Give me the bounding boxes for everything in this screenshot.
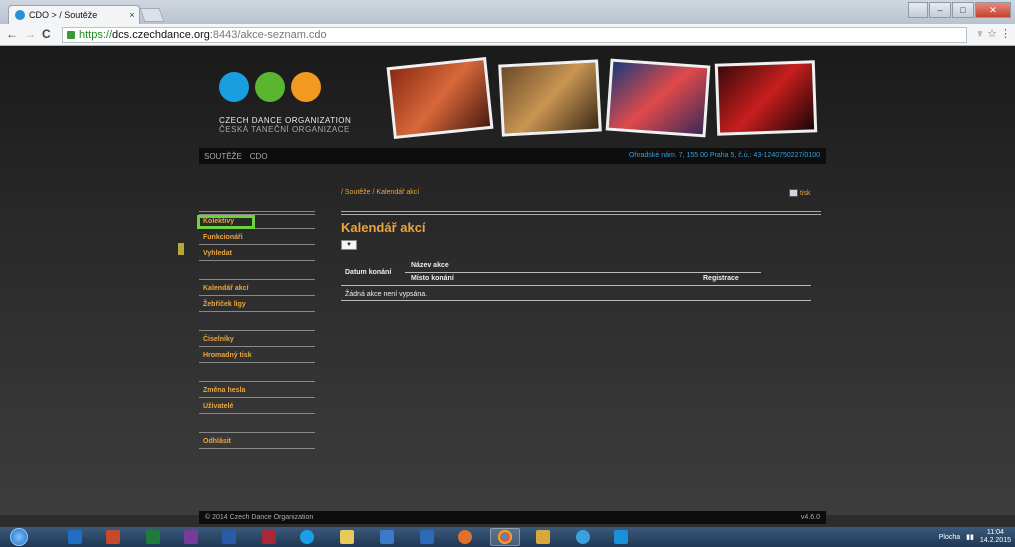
tab-close-icon[interactable]: × <box>125 10 139 20</box>
col-date: Datum konání <box>345 269 392 276</box>
cdo-logo[interactable] <box>219 72 321 102</box>
skype-icon[interactable] <box>300 530 314 544</box>
sidebar-item-hromadny-tisk[interactable]: Hromadný tisk <box>199 349 315 363</box>
site-favicon-icon <box>15 10 25 20</box>
divider <box>341 214 821 215</box>
col-place: Místo konání <box>411 275 454 282</box>
folder-icon[interactable] <box>536 530 550 544</box>
clock-date: 14.2.2015 <box>979 537 1011 544</box>
photo-3 <box>605 58 711 138</box>
sidebar-item-zebricek-ligy[interactable]: Žebříček ligy <box>199 298 315 312</box>
print-label: tisk <box>800 189 811 197</box>
logo-c-icon <box>219 72 249 102</box>
filter-select[interactable]: ▼ <box>341 240 357 250</box>
url-scheme: https:// <box>79 29 113 41</box>
menu-item-souteze[interactable]: SOUTĚŽE <box>204 152 242 161</box>
app-icon[interactable] <box>420 530 434 544</box>
row-divider <box>341 300 811 301</box>
firefox-icon[interactable] <box>458 530 472 544</box>
new-tab-button[interactable] <box>139 8 165 22</box>
logo-o-icon <box>291 72 321 102</box>
onenote-icon[interactable] <box>184 530 198 544</box>
outlook-icon[interactable] <box>68 530 82 544</box>
sidebar-item-odhlasit[interactable]: Odhlásit <box>199 435 315 449</box>
site-header: CZECH DANCE ORGANIZATION ČESKÁ TANEČNÍ O… <box>199 46 826 148</box>
window-controls: – □ ✕ <box>908 2 1011 18</box>
chrome-icon[interactable] <box>498 530 512 544</box>
logo-line-2: ČESKÁ TANEČNÍ ORGANIZACE <box>219 125 350 134</box>
network-icon[interactable]: ▮▮ <box>966 533 974 541</box>
header-divider <box>341 285 811 286</box>
system-tray: Plocha ▮▮ 11:04 14.2.2015 <box>939 527 1011 547</box>
start-button[interactable] <box>10 528 28 546</box>
sidebar-divider <box>199 432 315 433</box>
photo-2 <box>498 59 602 137</box>
print-link[interactable]: tisk <box>789 189 811 197</box>
sidebar-item-zmena-hesla[interactable]: Změna hesla <box>199 384 315 398</box>
sidebar-item-funkcionari[interactable]: Funkcionáři <box>199 231 315 245</box>
desktop-toolbar[interactable]: Plocha <box>939 534 960 541</box>
sidebar-item-kalendar-akci[interactable]: Kalendář akcí <box>199 282 315 296</box>
bookmark-icons[interactable]: ♆ ☆ ⋮ <box>976 27 1011 40</box>
header-photos <box>382 56 822 140</box>
excel-icon[interactable] <box>146 530 160 544</box>
file-explorer-icon[interactable] <box>340 530 354 544</box>
sidebar-item-vyhledat[interactable]: Vyhledat <box>199 247 315 261</box>
browser-tab[interactable]: CDO > / Soutěže × <box>8 5 140 24</box>
onedrive-icon[interactable] <box>380 530 394 544</box>
browser-toolbar: ← → C https:// dcs.czechdance.org :8443/… <box>0 24 1015 46</box>
logo-line-1: CZECH DANCE ORGANIZATION <box>219 116 352 125</box>
org-address: Ohradské nám. 7, 155 00 Praha 5, č.ú.: 4… <box>628 152 820 159</box>
col-name: Název akce <box>411 262 449 269</box>
reload-icon[interactable]: C <box>42 27 51 41</box>
sidebar-divider <box>199 211 315 212</box>
active-highlight <box>197 215 255 229</box>
powerpoint-icon[interactable] <box>106 530 120 544</box>
url-path: :8443/akce-seznam.cdo <box>209 29 327 41</box>
header-divider <box>405 272 761 273</box>
logo-text: CZECH DANCE ORGANIZATION ČESKÁ TANEČNÍ O… <box>219 116 351 134</box>
back-icon[interactable]: ← <box>6 27 18 41</box>
printer-icon <box>789 189 798 197</box>
url-host: dcs.czechdance.org <box>112 29 210 41</box>
logo-d-icon <box>255 72 285 102</box>
address-bar[interactable]: https:// dcs.czechdance.org :8443/akce-s… <box>62 27 967 43</box>
site-footer: © 2014 Czech Dance Organization v4.6.0 <box>199 511 826 524</box>
site-container: CZECH DANCE ORGANIZATION ČESKÁ TANEČNÍ O… <box>197 46 826 524</box>
photo-4 <box>714 60 818 136</box>
menu-item-cdo[interactable]: CDO <box>250 152 268 161</box>
word-icon[interactable] <box>222 530 236 544</box>
sidebar-item-uzivatele[interactable]: Uživatelé <box>199 400 315 414</box>
sidebar-item-kolektivy[interactable]: Kolektivy <box>197 215 315 229</box>
internet-explorer-icon[interactable] <box>576 530 590 544</box>
empty-message: Žádná akce není vypsána. <box>345 291 428 298</box>
side-marker <box>178 243 184 255</box>
sidebar-item-ciselniky[interactable]: Číselníky <box>199 333 315 347</box>
minimize-button[interactable]: – <box>929 2 951 18</box>
web-page: CZECH DANCE ORGANIZATION ČESKÁ TANEČNÍ O… <box>0 46 1015 524</box>
os-taskbar: Plocha ▮▮ 11:04 14.2.2015 <box>0 527 1015 547</box>
breadcrumb[interactable]: / Soutěže / Kalendář akcí <box>341 189 419 196</box>
browser-tabbar: CDO > / Soutěže × – □ ✕ <box>0 0 1015 24</box>
clock[interactable]: 11:04 14.2.2015 <box>980 529 1011 545</box>
user-icon[interactable] <box>908 2 928 18</box>
lock-icon <box>67 31 75 39</box>
maximize-button[interactable]: □ <box>952 2 974 18</box>
version: v4.6.0 <box>800 514 820 521</box>
divider <box>341 211 821 212</box>
sidebar-divider <box>199 279 315 280</box>
close-window-button[interactable]: ✕ <box>975 2 1011 18</box>
access-icon[interactable] <box>262 530 276 544</box>
col-registration: Registrace <box>703 275 739 282</box>
page-title: Kalendář akcí <box>341 220 426 235</box>
site-menubar: SOUTĚŽE CDO Ohradské nám. 7, 155 00 Prah… <box>199 148 826 164</box>
photo-1 <box>386 56 494 140</box>
forward-icon[interactable]: → <box>24 27 36 41</box>
tab-title: CDO > / Soutěže <box>29 10 98 20</box>
skype-business-icon[interactable] <box>614 530 628 544</box>
clock-time: 11:04 <box>986 529 1004 536</box>
sidebar-divider <box>199 330 315 331</box>
copyright: © 2014 Czech Dance Organization <box>205 514 314 521</box>
sidebar-divider <box>199 381 315 382</box>
